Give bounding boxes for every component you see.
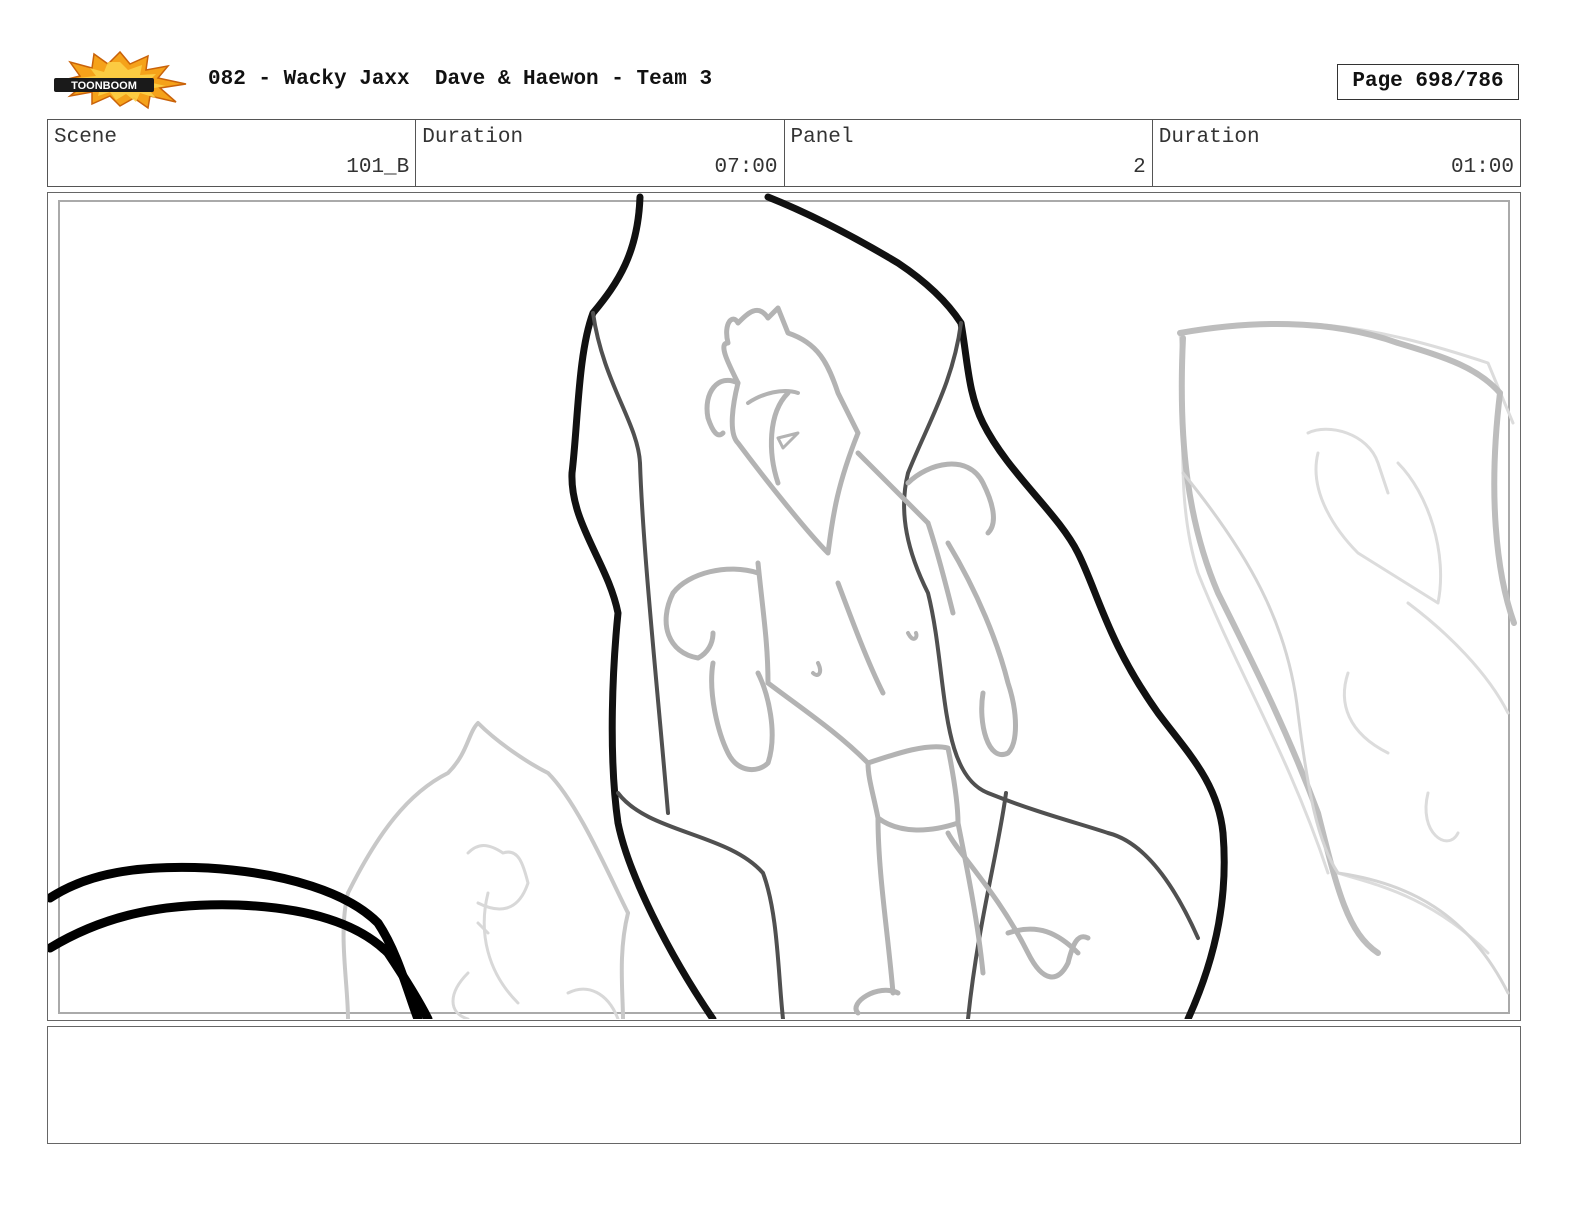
page-number: Page 698/786 [1337,64,1519,100]
left-small-figure [451,844,620,1019]
panel-duration-label: Duration [1158,126,1260,149]
info-bar: Scene 101_B Duration 07:00 Panel 2 Durat… [47,119,1521,187]
svg-text:TOONBOOM: TOONBOOM [71,80,137,92]
foreground-ring [48,862,433,1019]
scene-duration-label: Duration [422,126,524,149]
scene-value: 101_B [346,156,410,179]
scene-cell: Scene 101_B [48,120,417,186]
storyboard-sketch [48,193,1517,1019]
panel-value: 2 [1133,156,1146,179]
scene-duration-cell: Duration 07:00 [416,120,785,186]
panel-duration-cell: Duration 01:00 [1153,120,1520,186]
main-character-sketch [663,305,1091,1016]
panel-cell: Panel 2 [785,120,1153,186]
toonboom-logo: TOONBOOM [54,50,187,110]
faint-background-figure [1178,321,1515,955]
scene-label: Scene [54,126,118,149]
notes-box [47,1026,1521,1144]
panel-duration-value: 01:00 [1450,156,1514,179]
left-hill [341,721,630,1019]
panel-label: Panel [790,126,854,149]
storyboard-title: 082 - Wacky Jaxx Dave & Haewon - Team 3 [208,68,713,91]
scene-duration-value: 07:00 [714,156,778,179]
main-rock-inner [591,311,1200,1019]
right-rock-outline [1177,321,1517,956]
